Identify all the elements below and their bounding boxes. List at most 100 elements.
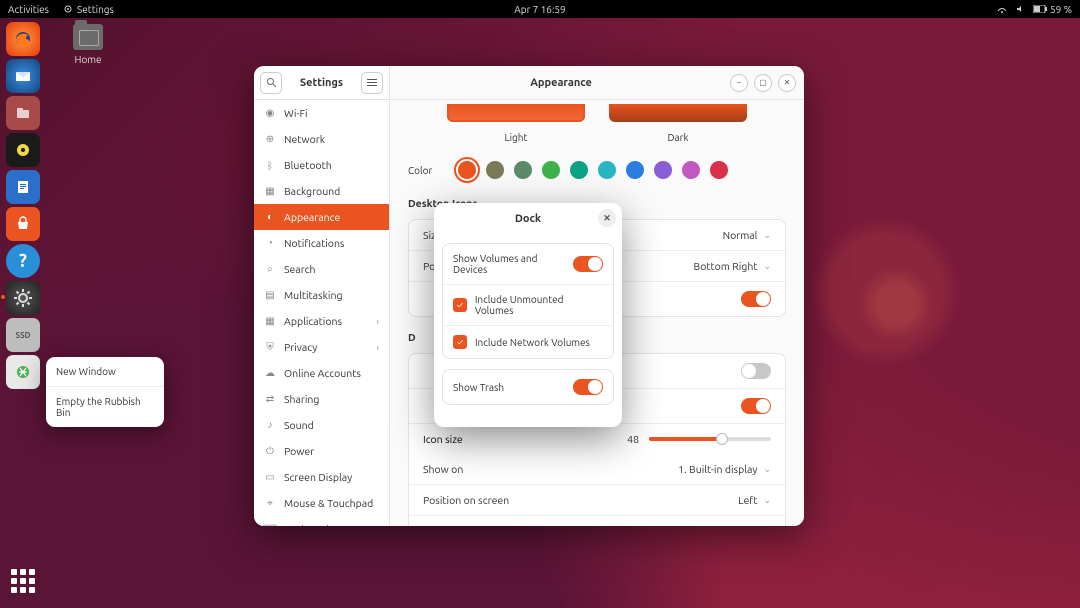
sidebar-item-mouse[interactable]: ⌖Mouse & Touchpad [254,490,389,516]
privacy-icon: ⛨ [264,341,276,353]
dialog-close-button[interactable]: ✕ [598,209,616,227]
color-swatch-6[interactable] [626,161,644,179]
color-swatch-0[interactable] [458,161,476,179]
toggle-autohide[interactable] [741,363,771,379]
checkbox-include-unmounted[interactable]: ✓ [453,298,467,312]
dock-behavior-dialog: Dock ✕ Show Volumes and Devices ✓ Includ… [434,203,622,427]
active-app-label: Settings [77,4,114,15]
color-swatch-2[interactable] [514,161,532,179]
sidebar-item-screen[interactable]: ▭Screen Display [254,464,389,490]
dock-firefox[interactable] [6,22,40,56]
dock-ubuntu-software[interactable] [6,207,40,241]
clock[interactable]: Apr 7 16:59 [514,4,565,15]
ctx-empty-trash[interactable]: Empty the Rubbish Bin [46,387,164,427]
sidebar-item-applications[interactable]: ▦Applications› [254,308,389,334]
show-applications-button[interactable] [6,564,40,598]
style-dark-thumb [609,104,747,122]
toggle-show-trash[interactable] [573,379,603,395]
dock-help[interactable]: ? [6,244,40,278]
row-dock-icon-size-label: Icon size [423,433,463,445]
dlg-row-include-network[interactable]: ✓ Include Network Volumes [443,326,613,358]
trash-context-menu: New Window Empty the Rubbish Bin [46,357,164,427]
settings-icon [63,4,73,14]
color-label: Color [408,165,448,176]
sidebar-item-network[interactable]: ⊕Network [254,126,389,152]
search-icon: ⌕ [264,263,276,275]
sidebar-item-sharing[interactable]: ⇄Sharing [254,386,389,412]
color-swatch-7[interactable] [654,161,672,179]
sidebar-item-sound[interactable]: ♪Sound [254,412,389,438]
dock-libreoffice-writer[interactable] [6,170,40,204]
row-position-value: Left [738,494,757,506]
dlg-inc-unm-label: Include Unmounted Volumes [475,294,603,316]
color-swatch-3[interactable] [542,161,560,179]
color-swatch-8[interactable] [682,161,700,179]
sidebar-item-multitasking[interactable]: ▤Multitasking [254,282,389,308]
sidebar-item-label: Multitasking [284,289,343,301]
row-position-label: Position on screen [423,494,509,506]
sidebar-item-background[interactable]: ▦ Background [254,178,389,204]
icon-size-slider[interactable] [649,437,771,441]
sidebar-item-search[interactable]: ⌕ Search [254,256,389,282]
color-swatch-9[interactable] [710,161,728,179]
dock-files[interactable] [6,96,40,130]
chevron-right-icon: › [376,316,379,327]
sidebar-item-online[interactable]: ☁Online Accounts [254,360,389,386]
sidebar-item-bluetooth[interactable]: ᛒBluetooth [254,152,389,178]
chevron-right-icon: › [376,342,379,353]
color-swatch-5[interactable] [598,161,616,179]
sidebar-item-keyboard[interactable]: ⌨Keyboard [254,516,389,526]
dock-thunderbird[interactable] [6,59,40,93]
ctx-new-window[interactable]: New Window [46,357,164,386]
color-swatch-4[interactable] [570,161,588,179]
sound-icon: ♪ [264,419,276,431]
active-app-menu[interactable]: Settings [63,4,114,15]
dock-rhythmbox[interactable] [6,133,40,167]
checkbox-include-network[interactable]: ✓ [453,335,467,349]
sidebar-menu-button[interactable] [361,72,383,94]
top-bar: Activities Settings Apr 7 16:59 59 % [0,0,1080,18]
sidebar-item-label: Screen Display [284,471,352,483]
dock-volume-ssd[interactable]: SSD [6,318,40,352]
sidebar-title: Settings [288,77,355,89]
dlg-row-include-unmounted[interactable]: ✓ Include Unmounted Volumes [443,285,613,326]
wifi-icon: ◉ [264,107,276,119]
sidebar-item-notifications[interactable]: ◔Notifications [254,230,389,256]
row-icon-position-value: Bottom Right [694,260,758,272]
row-icon-size-value: Normal [723,229,758,241]
style-dark-option[interactable]: Dark [609,104,747,143]
row-configure-label: Configure dock behavior [423,525,538,526]
activities-button[interactable]: Activities [8,4,49,15]
sidebar-search-button[interactable] [260,72,282,94]
dlg-row-show-volumes: Show Volumes and Devices [443,244,613,285]
desktop-home-folder[interactable]: Home [60,24,116,65]
window-minimize-button[interactable]: – [730,74,748,92]
window-title: Appearance [398,77,724,89]
volume-icon[interactable] [1015,4,1025,14]
toggle-panel-mode[interactable] [741,398,771,414]
dock-settings[interactable] [6,281,40,315]
battery-indicator[interactable]: 59 % [1033,4,1072,15]
toggle-show-volumes[interactable] [573,256,603,272]
sidebar-item-label: Notifications [284,237,345,249]
dock-trash[interactable] [6,355,40,389]
window-close-button[interactable]: ✕ [778,74,796,92]
window-maximize-button[interactable]: ▢ [754,74,772,92]
sidebar-item-appearance[interactable]: ◐Appearance [254,204,389,230]
toggle-show-personal[interactable] [741,291,771,307]
sidebar-item-power[interactable]: ⏻Power [254,438,389,464]
sidebar-item-label: Search [284,263,316,275]
row-show-on[interactable]: Show on 1. Built-in display⌄ [409,454,785,485]
background-icon: ▦ [264,185,276,197]
sidebar-item-label: Background [284,185,340,197]
network-icon[interactable] [997,4,1007,14]
row-position-on-screen[interactable]: Position on screen Left⌄ [409,485,785,516]
power-icon: ⏻ [264,445,276,457]
chevron-down-icon: ⌄ [763,261,771,272]
row-configure-dock-behavior[interactable]: Configure dock behavior › [409,516,785,526]
style-light-thumb [447,104,585,122]
color-swatch-1[interactable] [486,161,504,179]
style-light-option[interactable]: Light [447,104,585,143]
sidebar-item-wifi[interactable]: ◉Wi-Fi [254,100,389,126]
sidebar-item-privacy[interactable]: ⛨Privacy› [254,334,389,360]
